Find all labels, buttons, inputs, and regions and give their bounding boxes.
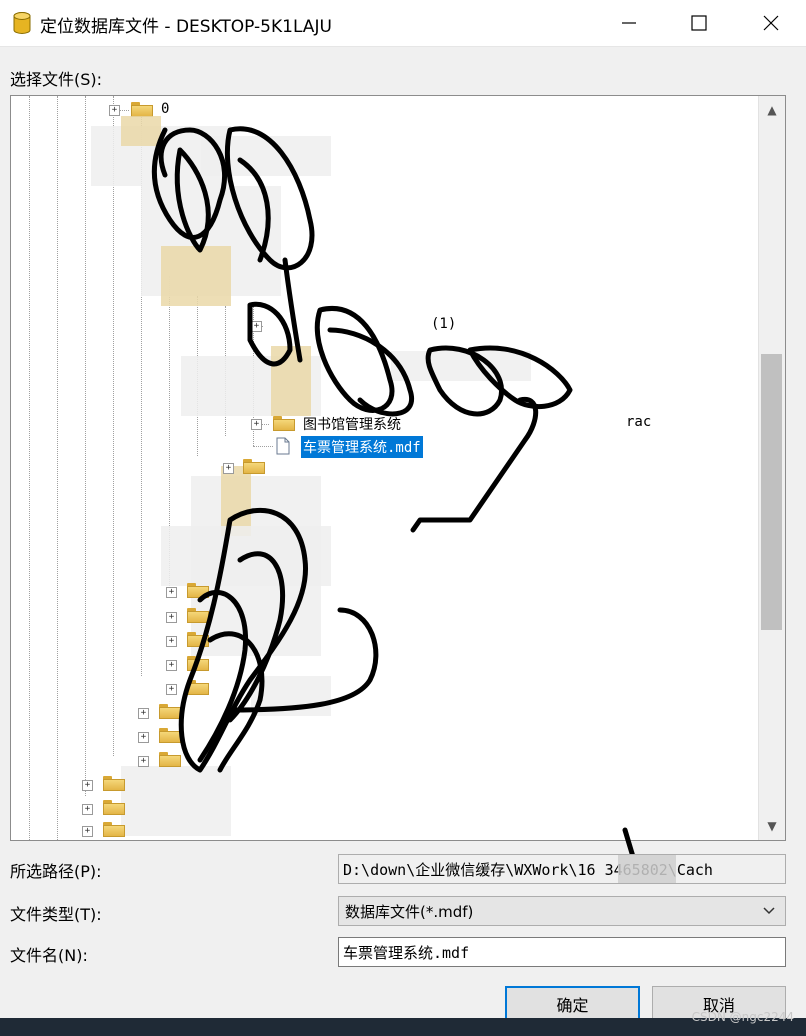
folder-icon <box>187 583 209 598</box>
vertical-scrollbar[interactable]: ▲ ▼ <box>758 96 785 840</box>
expand-toggle[interactable]: + <box>223 463 234 474</box>
scroll-up-icon[interactable]: ▲ <box>759 98 785 122</box>
ok-button[interactable]: 确定 <box>505 986 640 1022</box>
close-icon <box>763 15 779 31</box>
title-bar: 定位数据库文件 - DESKTOP-5K1LAJU <box>0 0 806 47</box>
folder-icon <box>159 704 181 719</box>
path-field[interactable]: D:\down\企业微信缓存\WXWork\16 3465802\Cach <box>338 854 786 884</box>
expand-toggle[interactable]: + <box>166 636 177 647</box>
select-file-label: 选择文件(S): <box>10 70 103 89</box>
folder-icon <box>187 632 209 647</box>
tree-item-label[interactable]: 0 <box>161 101 169 117</box>
minimize-icon <box>622 22 636 24</box>
filename-input[interactable]: 车票管理系统.mdf <box>338 937 786 967</box>
watermark: CSDN @ngc2244 <box>691 1010 794 1024</box>
taskbar <box>0 1018 806 1036</box>
tree-item-label[interactable]: (1) <box>431 316 456 332</box>
expand-toggle[interactable]: + <box>166 587 177 598</box>
folder-icon <box>103 800 125 815</box>
expand-toggle[interactable]: + <box>251 419 262 430</box>
folder-icon <box>187 608 209 623</box>
database-icon <box>13 12 31 34</box>
expand-toggle[interactable]: + <box>138 756 149 767</box>
maximize-icon <box>691 15 707 31</box>
expand-toggle[interactable]: + <box>166 684 177 695</box>
folder-icon <box>187 680 209 695</box>
folder-icon <box>243 459 265 474</box>
file-icon <box>276 437 290 455</box>
expand-toggle[interactable]: + <box>109 105 120 116</box>
expand-toggle[interactable]: + <box>82 780 93 791</box>
expand-toggle[interactable]: + <box>138 708 149 719</box>
folder-icon <box>131 102 153 117</box>
folder-icon <box>103 822 125 837</box>
filename-label: 文件名(N): <box>10 946 88 965</box>
file-tree[interactable]: + 0 + (1) rac + 图书馆管理系统 车票管理系统.mdf + + +… <box>10 95 786 841</box>
minimize-button[interactable] <box>594 0 664 46</box>
expand-toggle[interactable]: + <box>166 612 177 623</box>
tree-item-selected[interactable]: 车票管理系统.mdf <box>301 436 423 458</box>
filetype-label: 文件类型(T): <box>10 905 102 924</box>
tree-item-label[interactable]: rac <box>626 414 651 430</box>
expand-toggle[interactable]: + <box>82 826 93 837</box>
chevron-down-icon <box>763 907 775 915</box>
window-title: 定位数据库文件 - DESKTOP-5K1LAJU <box>40 17 332 37</box>
folder-icon <box>103 776 125 791</box>
folder-icon <box>187 656 209 671</box>
filetype-value: 数据库文件(*.mdf) <box>345 903 474 921</box>
tree-item-label[interactable]: 图书馆管理系统 <box>303 414 401 434</box>
expand-toggle[interactable]: + <box>82 804 93 815</box>
filetype-select[interactable]: 数据库文件(*.mdf) <box>338 896 786 926</box>
expand-toggle[interactable]: + <box>138 732 149 743</box>
close-button[interactable] <box>736 0 806 46</box>
scroll-down-icon[interactable]: ▼ <box>759 814 785 838</box>
maximize-button[interactable] <box>664 0 734 46</box>
expand-toggle[interactable]: + <box>166 660 177 671</box>
expand-toggle[interactable]: + <box>251 321 262 332</box>
folder-icon <box>159 752 181 767</box>
path-label: 所选路径(P): <box>10 862 102 881</box>
folder-icon <box>273 416 295 431</box>
folder-icon <box>159 728 181 743</box>
scroll-thumb[interactable] <box>761 354 782 630</box>
